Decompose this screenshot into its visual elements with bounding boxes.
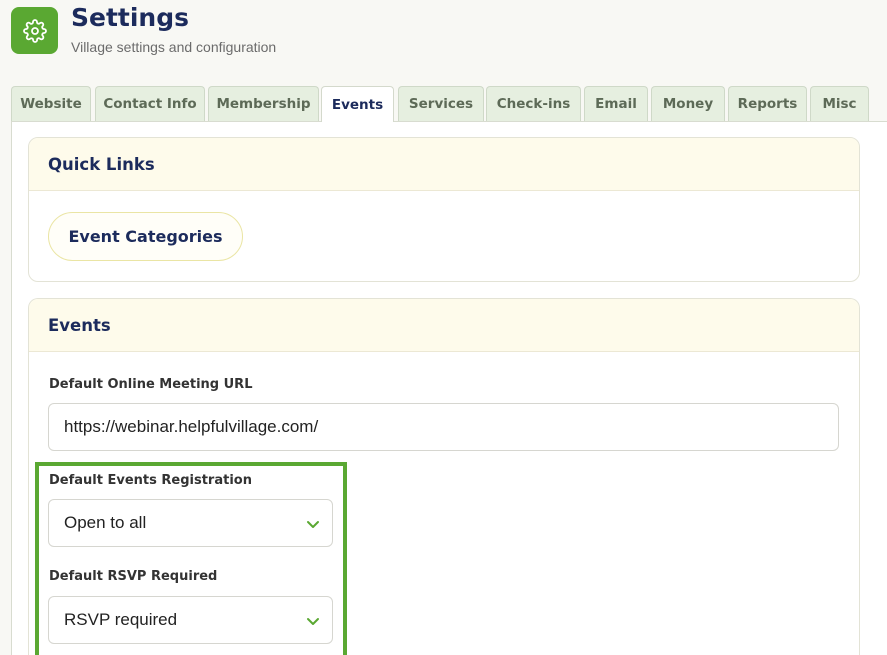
settings-tabs: Website Contact Info Membership Events S…	[11, 86, 887, 122]
tab-panel-events: Quick Links Event Categories Events Defa…	[11, 121, 887, 655]
gear-icon	[11, 7, 58, 54]
page-title: Settings	[71, 3, 190, 32]
page-subtitle: Village settings and configuration	[71, 39, 277, 55]
tab-check-ins[interactable]: Check-ins	[486, 86, 581, 121]
tab-misc[interactable]: Misc	[810, 86, 869, 121]
event-categories-button[interactable]: Event Categories	[48, 212, 243, 261]
events-section-title: Events	[29, 299, 859, 352]
tab-email[interactable]: Email	[584, 86, 648, 121]
registration-label: Default Events Registration	[49, 473, 252, 488]
events-card: Events Default Online Meeting URL Defaul…	[28, 298, 860, 655]
registration-select[interactable]: Open to all	[48, 499, 333, 547]
quick-links-card: Quick Links Event Categories	[28, 137, 860, 282]
chevron-down-icon	[307, 521, 319, 528]
page-header: Settings Village settings and configurat…	[11, 3, 871, 65]
rsvp-select-value: RSVP required	[64, 610, 178, 629]
tab-website[interactable]: Website	[11, 86, 91, 121]
tab-events[interactable]: Events	[321, 86, 394, 122]
tab-membership[interactable]: Membership	[208, 86, 319, 121]
quick-links-title: Quick Links	[29, 138, 859, 191]
tab-contact-info[interactable]: Contact Info	[95, 86, 205, 121]
tab-services[interactable]: Services	[398, 86, 484, 121]
meeting-url-label: Default Online Meeting URL	[49, 377, 253, 392]
registration-select-value: Open to all	[64, 513, 147, 532]
tab-money[interactable]: Money	[651, 86, 725, 121]
rsvp-select[interactable]: RSVP required	[48, 596, 333, 644]
chevron-down-icon	[307, 618, 319, 625]
tab-reports[interactable]: Reports	[728, 86, 807, 121]
rsvp-label: Default RSVP Required	[49, 569, 218, 584]
meeting-url-input[interactable]	[48, 403, 839, 451]
